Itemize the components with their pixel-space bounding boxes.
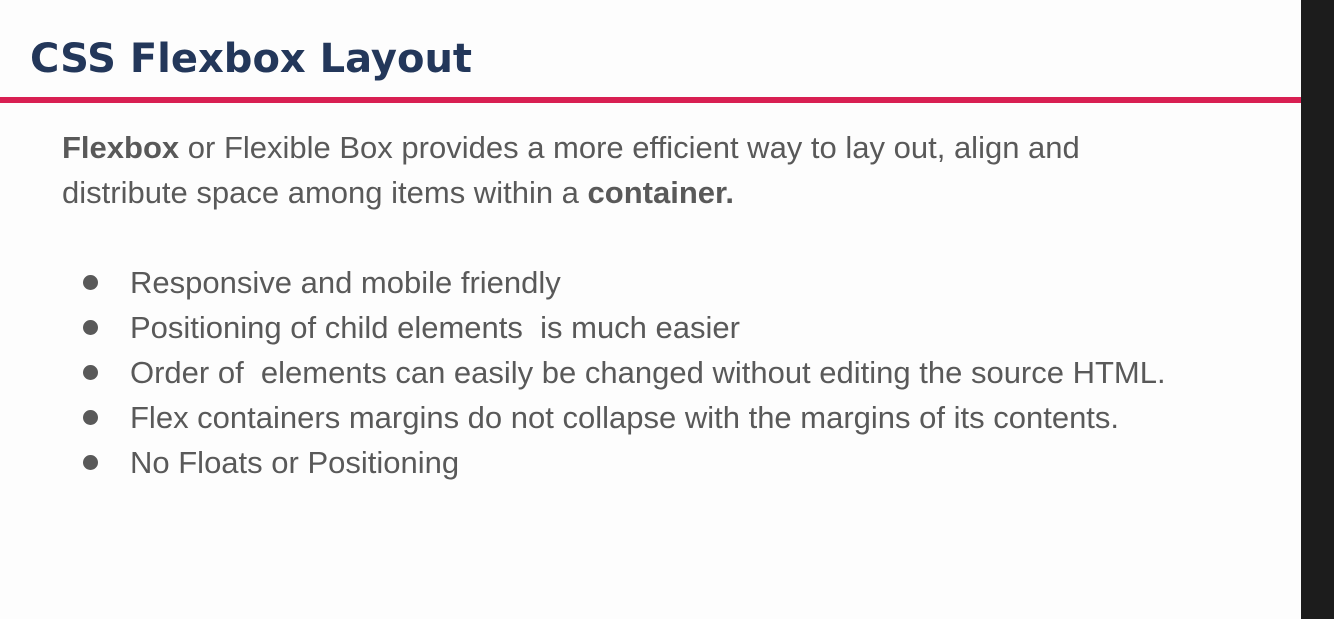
list-item: No Floats or Positioning — [80, 440, 1166, 485]
bullet-text: Order of elements can easily be changed … — [130, 355, 1166, 390]
intro-bold-term: Flexbox — [62, 130, 180, 165]
bullet-dot-icon — [83, 455, 98, 470]
intro-paragraph: Flexbox or Flexible Box provides a more … — [62, 125, 1212, 215]
list-item: Order of elements can easily be changed … — [80, 350, 1166, 395]
slide-title: CSS Flexbox Layout — [30, 36, 473, 82]
page: CSS Flexbox Layout Flexbox or Flexible B… — [0, 0, 1334, 619]
intro-bold-container: container. — [587, 175, 734, 210]
intro-text: or Flexible Box provides a more efficien… — [62, 130, 1080, 210]
bullet-text: Responsive and mobile friendly — [130, 265, 561, 300]
bullet-dot-icon — [83, 320, 98, 335]
slide: CSS Flexbox Layout Flexbox or Flexible B… — [0, 0, 1301, 619]
bullet-list: Responsive and mobile friendly Positioni… — [80, 260, 1166, 485]
list-item: Responsive and mobile friendly — [80, 260, 1166, 305]
window-side-bar — [1301, 0, 1334, 619]
list-item: Positioning of child elements is much ea… — [80, 305, 1166, 350]
bullet-text: Flex containers margins do not collapse … — [130, 400, 1120, 435]
bullet-dot-icon — [83, 410, 98, 425]
bullet-text: Positioning of child elements is much ea… — [130, 310, 740, 345]
bullet-dot-icon — [83, 365, 98, 380]
list-item: Flex containers margins do not collapse … — [80, 395, 1166, 440]
bullet-text: No Floats or Positioning — [130, 445, 460, 480]
title-underline-rule — [0, 97, 1301, 103]
bullet-dot-icon — [83, 275, 98, 290]
